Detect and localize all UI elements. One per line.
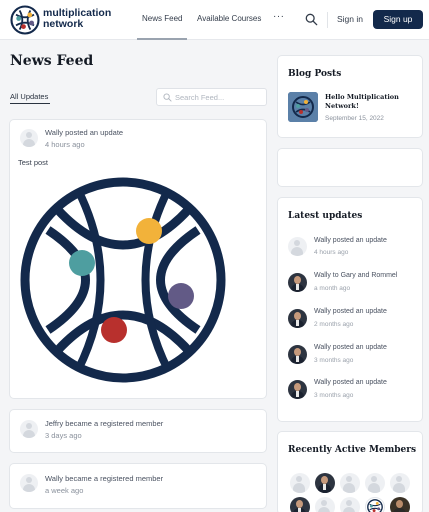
activity-text: Jeffry became a registered member bbox=[45, 419, 164, 428]
widget-title: Blog Posts bbox=[288, 69, 342, 79]
tab-active-indicator bbox=[10, 103, 50, 104]
member-avatar[interactable] bbox=[390, 473, 410, 493]
user-avatar[interactable] bbox=[288, 380, 307, 399]
member-avatar[interactable] bbox=[315, 497, 335, 512]
site-header: multiplication network News Feed Availab… bbox=[0, 0, 429, 40]
blog-thumbnail-icon bbox=[288, 92, 318, 122]
update-time[interactable]: 2 months ago bbox=[314, 321, 353, 328]
post-body: Test post bbox=[18, 158, 49, 167]
feed-search-box[interactable] bbox=[156, 88, 267, 106]
nav-available-courses[interactable]: Available Courses bbox=[197, 14, 261, 23]
user-avatar[interactable] bbox=[288, 345, 307, 364]
blog-post-title[interactable]: Hello Multiplication Network! bbox=[325, 93, 400, 111]
feed-search-input[interactable] bbox=[175, 91, 263, 103]
search-icon bbox=[163, 93, 172, 102]
member-avatar[interactable] bbox=[290, 473, 310, 493]
widget-title: Recently Active Members bbox=[288, 445, 417, 455]
nav-news-feed[interactable]: News Feed bbox=[142, 14, 182, 23]
empty-widget bbox=[277, 148, 423, 187]
avatar-placeholder-icon[interactable] bbox=[288, 237, 307, 256]
latest-updates-widget: Latest updates Wally posted an update 4 … bbox=[277, 197, 423, 422]
activity-time[interactable]: 4 hours ago bbox=[45, 140, 85, 149]
update-time[interactable]: 3 months ago bbox=[314, 392, 353, 399]
header-divider bbox=[327, 12, 328, 28]
member-avatar[interactable] bbox=[315, 473, 335, 493]
update-text: Wally posted an update bbox=[314, 344, 387, 351]
tab-all-updates[interactable]: All Updates bbox=[10, 92, 48, 101]
sign-up-button[interactable]: Sign up bbox=[373, 10, 423, 29]
member-avatar[interactable] bbox=[290, 497, 310, 512]
nav-more-icon[interactable]: ··· bbox=[273, 11, 285, 22]
member-avatar[interactable] bbox=[340, 497, 360, 512]
update-time[interactable]: 3 months ago bbox=[314, 357, 353, 364]
update-time[interactable]: 4 hours ago bbox=[314, 249, 348, 256]
blog-posts-widget: Blog Posts Hello Multiplication Network!… bbox=[277, 55, 423, 138]
member-avatar[interactable] bbox=[365, 473, 385, 493]
page-title: News Feed bbox=[10, 53, 94, 69]
user-avatar[interactable] bbox=[288, 273, 307, 292]
search-icon[interactable] bbox=[305, 13, 318, 26]
multiplication-network-logo-image[interactable] bbox=[18, 175, 228, 385]
member-avatar[interactable] bbox=[340, 473, 360, 493]
member-avatar-logo-icon[interactable] bbox=[365, 497, 385, 512]
user-avatar[interactable] bbox=[288, 309, 307, 328]
update-text: Wally posted an update bbox=[314, 379, 387, 386]
activity-text: Wally became a registered member bbox=[45, 474, 164, 483]
logo-icon[interactable] bbox=[10, 5, 40, 35]
blog-post-date: September 15, 2022 bbox=[325, 115, 384, 122]
recently-active-members-widget: Recently Active Members bbox=[277, 431, 423, 512]
avatar-placeholder-icon[interactable] bbox=[20, 420, 38, 438]
avatar-placeholder-icon[interactable] bbox=[20, 129, 38, 147]
update-text: Wally posted an update bbox=[314, 237, 387, 244]
activity-time[interactable]: 3 days ago bbox=[45, 431, 82, 440]
avatar-placeholder-icon[interactable] bbox=[20, 474, 38, 492]
nav-active-indicator bbox=[137, 38, 187, 40]
update-text: Wally posted an update bbox=[314, 308, 387, 315]
activity-text: Wally posted an update bbox=[45, 128, 124, 137]
activity-card: Wally posted an update 4 hours ago Test … bbox=[9, 119, 267, 399]
update-time[interactable]: a month ago bbox=[314, 285, 350, 292]
member-avatar[interactable] bbox=[390, 497, 410, 512]
activity-card: Jeffry became a registered member 3 days… bbox=[9, 409, 267, 453]
update-text: Wally to Gary and Rommel bbox=[314, 272, 398, 279]
activity-card: Wally became a registered member a week … bbox=[9, 463, 267, 509]
sign-in-link[interactable]: Sign in bbox=[337, 14, 363, 24]
activity-time[interactable]: a week ago bbox=[45, 486, 83, 495]
widget-title: Latest updates bbox=[288, 211, 363, 221]
blog-thumbnail[interactable] bbox=[288, 92, 318, 122]
logo-wordmark[interactable]: multiplication network bbox=[43, 8, 111, 30]
logo-line-2: network bbox=[43, 18, 84, 30]
